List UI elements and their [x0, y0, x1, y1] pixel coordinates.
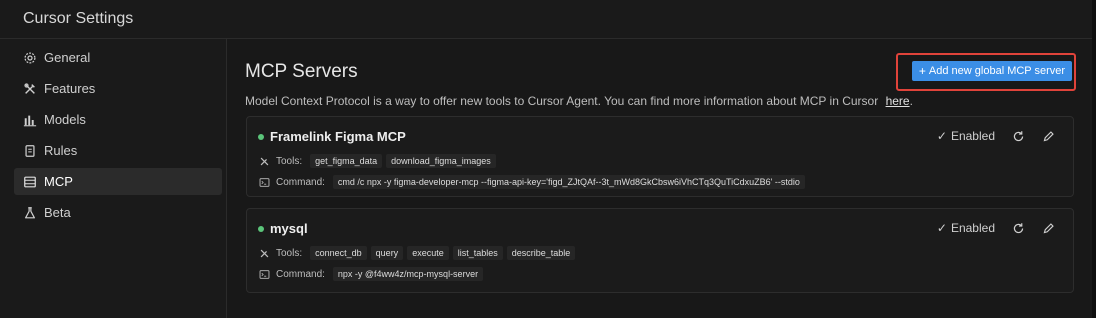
tool-chip: execute: [407, 246, 449, 260]
tool-chip: connect_db: [310, 246, 367, 260]
tool-chip: describe_table: [506, 246, 576, 260]
sidebar: General Features Models Rules MCP Beta: [0, 39, 227, 318]
server-icon: [23, 175, 37, 189]
server-name: mysql: [270, 221, 308, 236]
server-name: Framelink Figma MCP: [270, 129, 406, 144]
check-icon: ✓: [936, 129, 947, 143]
command-text: npx -y @f4ww4z/mcp-mysql-server: [332, 267, 484, 281]
refresh-icon[interactable]: [1011, 129, 1025, 143]
server-name-row: mysql: [258, 221, 308, 236]
edit-icon[interactable]: [1041, 221, 1055, 235]
add-mcp-server-button[interactable]: + Add new global MCP server: [912, 61, 1072, 81]
tools-icon: [259, 247, 271, 259]
server-name-row: Framelink Figma MCP: [258, 129, 406, 144]
title-bar: Cursor Settings: [0, 0, 1092, 39]
window-edge: [1092, 0, 1096, 318]
tools-icon: [23, 82, 37, 96]
server-card-mysql: mysql ✓ Enabled Tools: connect_db query …: [246, 208, 1074, 293]
tool-chip: query: [370, 246, 404, 260]
refresh-icon[interactable]: [1011, 221, 1025, 235]
sidebar-item-label: General: [44, 50, 91, 65]
tools-row: Tools: get_figma_data download_figma_ima…: [259, 154, 500, 168]
tools-label: Tools:: [276, 247, 303, 259]
window-title: Cursor Settings: [23, 10, 134, 27]
sidebar-item-beta[interactable]: Beta: [14, 199, 222, 226]
sidebar-item-general[interactable]: General: [14, 44, 222, 71]
plus-icon: +: [918, 64, 926, 78]
tool-chip: list_tables: [452, 246, 503, 260]
tool-chip: get_figma_data: [310, 154, 383, 168]
sidebar-item-models[interactable]: Models: [14, 106, 222, 133]
tools-icon: [259, 155, 271, 167]
status-label: Enabled: [950, 221, 995, 235]
status-dot: [258, 225, 264, 232]
sidebar-item-label: Features: [44, 81, 96, 96]
main-panel: MCP Servers + Add new global MCP server …: [227, 39, 1092, 318]
tools-row: Tools: connect_db query execute list_tab…: [259, 246, 579, 260]
command-text: cmd /c npx -y figma-developer-mcp --figm…: [332, 175, 805, 189]
add-button-label: Add new global MCP server: [928, 65, 1066, 77]
terminal-icon: [259, 176, 271, 188]
flask-icon: [23, 206, 37, 220]
command-row: Command: npx -y @f4ww4z/mcp-mysql-server: [259, 267, 487, 281]
sidebar-item-label: Rules: [44, 143, 78, 158]
server-actions: ✓ Enabled: [937, 221, 1055, 235]
tool-chip: download_figma_images: [386, 154, 496, 168]
command-row: Command: cmd /c npx -y figma-developer-m…: [259, 175, 809, 189]
page-description: Model Context Protocol is a way to offer…: [245, 94, 913, 108]
bar-chart-icon: [23, 113, 37, 127]
sidebar-item-label: MCP: [44, 174, 73, 189]
description-end: .: [909, 94, 913, 108]
terminal-icon: [259, 268, 271, 280]
edit-icon[interactable]: [1041, 129, 1055, 143]
check-icon: ✓: [936, 221, 947, 235]
server-actions: ✓ Enabled: [937, 129, 1055, 143]
document-icon: [23, 144, 37, 158]
description-text: Model Context Protocol is a way to offer…: [245, 94, 879, 108]
gear-icon: [23, 51, 37, 65]
sidebar-item-label: Beta: [44, 205, 71, 220]
command-label: Command:: [276, 268, 325, 280]
mcp-docs-link[interactable]: here: [886, 94, 910, 108]
page-title: MCP Servers: [245, 61, 358, 82]
command-label: Command:: [276, 176, 325, 188]
sidebar-item-mcp[interactable]: MCP: [14, 168, 222, 195]
status-dot: [258, 133, 264, 140]
sidebar-item-rules[interactable]: Rules: [14, 137, 222, 164]
add-button-highlight: + Add new global MCP server: [896, 53, 1076, 91]
sidebar-item-label: Models: [44, 112, 86, 127]
tools-label: Tools:: [276, 155, 303, 167]
status-label: Enabled: [950, 129, 995, 143]
sidebar-item-features[interactable]: Features: [14, 75, 222, 102]
server-card-framelink: Framelink Figma MCP ✓ Enabled Tools: get…: [246, 116, 1074, 197]
